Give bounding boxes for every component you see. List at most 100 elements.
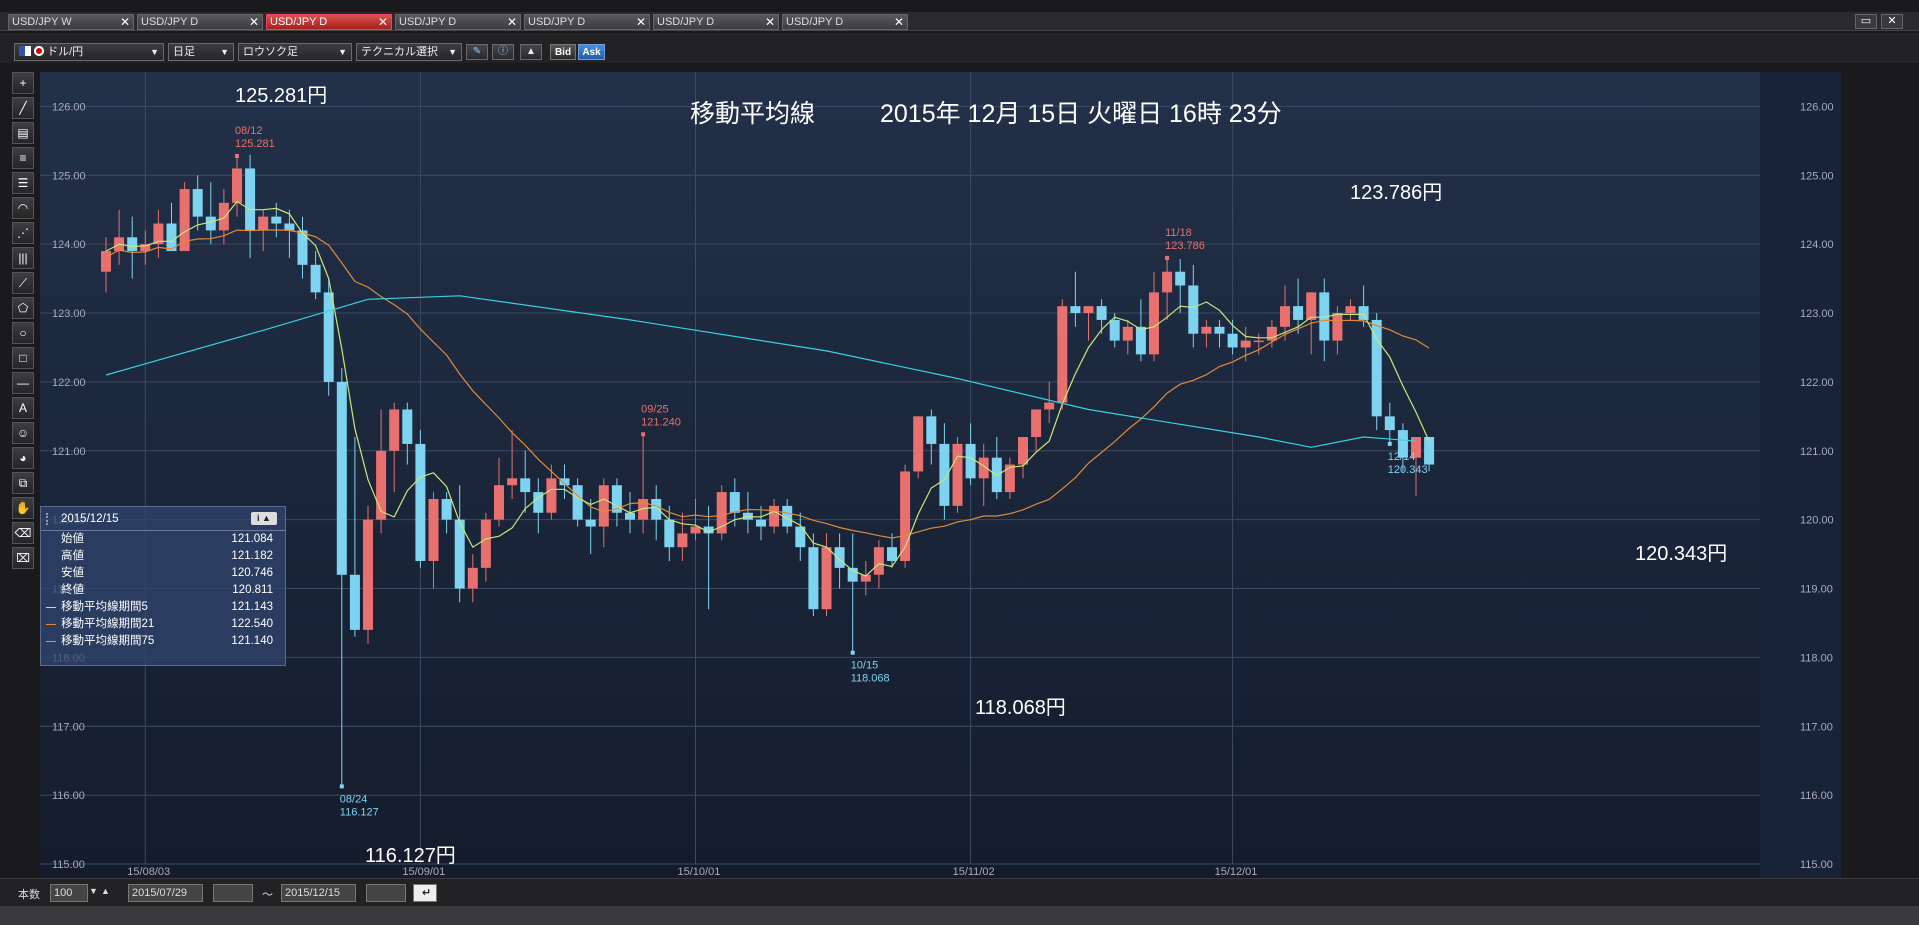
- emoji-icon[interactable]: ☺: [12, 422, 34, 444]
- candle-up: [1240, 340, 1251, 348]
- candle-up: [1266, 326, 1277, 341]
- technical-select[interactable]: テクニカル選択 ▼: [356, 43, 462, 61]
- ask-button[interactable]: Ask: [578, 44, 605, 60]
- candle-up: [1345, 306, 1356, 314]
- candle-down: [336, 381, 347, 575]
- tab-2[interactable]: USD/JPY D ✕: [137, 14, 263, 30]
- candle-up: [218, 202, 229, 231]
- multi-hlines-icon[interactable]: ☰: [12, 172, 34, 194]
- candle-up: [376, 450, 387, 520]
- info-row-label: 安値: [61, 567, 84, 579]
- eraser-all-icon[interactable]: ⌧: [12, 547, 34, 569]
- refresh-icon[interactable]: ↵: [413, 884, 437, 902]
- y-tick-label-right: 118.00: [1800, 652, 1833, 664]
- candle-up: [546, 478, 557, 513]
- from-date-input[interactable]: 2015/07/29: [128, 884, 203, 902]
- y-tick-label-right: 122.00: [1800, 377, 1834, 389]
- tab-6[interactable]: USD/JPY D ✕: [653, 14, 779, 30]
- candle-up: [1201, 326, 1212, 334]
- horizontal-line-icon[interactable]: —: [12, 372, 34, 394]
- tab-4[interactable]: USD/JPY D ✕: [395, 14, 521, 30]
- info-collapse-icon[interactable]: i ▲: [251, 512, 277, 525]
- pen-icon[interactable]: ✎: [466, 44, 488, 60]
- chart-canvas[interactable]: 126.00 126.00 125.00 125.00 124.00 124.00 123.…: [40, 72, 1841, 878]
- increment-icon[interactable]: ▲: [101, 886, 110, 896]
- price-chart[interactable]: 126.00 126.00 125.00 125.00 124.00 124.00 123.…: [40, 72, 1841, 878]
- candle-down: [192, 189, 203, 217]
- close-icon[interactable]: ✕: [1881, 14, 1903, 29]
- candle-down: [245, 168, 256, 231]
- drag-handle-icon[interactable]: [46, 513, 52, 525]
- candle-down: [664, 519, 675, 548]
- fan-icon[interactable]: ⋰: [12, 222, 34, 244]
- restore-icon[interactable]: ▭: [1855, 14, 1877, 29]
- tab-close-icon[interactable]: ✕: [120, 15, 130, 29]
- extreme-marker: [1387, 441, 1392, 446]
- y-tick-label-right: 116.00: [1800, 790, 1833, 802]
- tab-1[interactable]: USD/JPY W ✕: [8, 14, 134, 30]
- ruler-icon[interactable]: ▤: [12, 122, 34, 144]
- crosshair-icon[interactable]: +: [12, 72, 34, 94]
- copy-icon[interactable]: ⧉: [12, 472, 34, 494]
- hlines-icon[interactable]: ≡: [12, 147, 34, 169]
- annotation-last-low: 120.343円: [1635, 543, 1727, 565]
- candle-up: [716, 492, 727, 534]
- count-input[interactable]: 100: [50, 884, 88, 902]
- tab-close-icon[interactable]: ✕: [378, 15, 388, 29]
- arc-icon[interactable]: ◠: [12, 197, 34, 219]
- info-row-value: 121.182: [231, 550, 273, 562]
- info-panel[interactable]: 2015/12/15 i ▲ 始値 121.084 高値 121.182 安値 120.7…: [40, 506, 286, 666]
- candle-down: [297, 230, 308, 265]
- tab-close-icon[interactable]: ✕: [894, 15, 904, 29]
- info-row-label: 始値: [61, 533, 84, 545]
- text-icon[interactable]: A: [12, 397, 34, 419]
- vlines-icon[interactable]: |||: [12, 247, 34, 269]
- area-chart-icon[interactable]: ▲: [520, 44, 542, 60]
- series-swatch: [46, 641, 56, 642]
- bid-button[interactable]: Bid: [550, 44, 576, 60]
- candle-up: [913, 416, 924, 472]
- line-icon[interactable]: ╱: [12, 97, 34, 119]
- circle-icon[interactable]: ○: [12, 322, 34, 344]
- tab-5[interactable]: USD/JPY D ✕: [524, 14, 650, 30]
- to-date-input[interactable]: 2015/12/15: [281, 884, 356, 902]
- from-time-input[interactable]: [213, 884, 253, 902]
- channel-icon[interactable]: ⟋: [12, 272, 34, 294]
- annotation-low: 116.127円: [365, 845, 456, 867]
- to-time-input[interactable]: [366, 884, 406, 902]
- info-row: 高値 121.182: [41, 548, 285, 565]
- candle-down: [1096, 306, 1107, 320]
- tab-close-icon[interactable]: ✕: [249, 15, 259, 29]
- tab-7[interactable]: USD/JPY D ✕: [782, 14, 908, 30]
- period-select[interactable]: 日足 ▼: [168, 43, 234, 61]
- candle-up: [952, 443, 963, 506]
- tab-label: USD/JPY D: [786, 16, 844, 28]
- info-panel-header[interactable]: 2015/12/15 i ▲: [41, 507, 285, 531]
- point-label-date: 08/24: [340, 793, 368, 805]
- candle-down: [323, 292, 334, 382]
- pentagon-icon[interactable]: ⬠: [12, 297, 34, 319]
- candle-up: [494, 485, 504, 520]
- paint-icon[interactable]: ◕: [12, 447, 34, 469]
- tab-close-icon[interactable]: ✕: [765, 15, 775, 29]
- info-icon[interactable]: ⓘ: [492, 44, 514, 60]
- candle-down: [1070, 306, 1081, 314]
- currency-pair-select[interactable]: ドル/円 ▼: [14, 43, 164, 61]
- hand-icon[interactable]: ✋: [12, 497, 34, 519]
- tab-close-icon[interactable]: ✕: [507, 15, 517, 29]
- annotation-datetime: 2015年 12月 15日 火曜日 16時 23分: [880, 100, 1282, 128]
- chart-style-select[interactable]: ロウソク足 ▼: [238, 43, 352, 61]
- tab-3[interactable]: USD/JPY D ✕: [266, 14, 392, 30]
- eraser-icon[interactable]: ⌫: [12, 522, 34, 544]
- info-row-label: 終値: [61, 584, 84, 596]
- rectangle-icon[interactable]: □: [12, 347, 34, 369]
- decrement-icon[interactable]: ▼: [89, 886, 98, 896]
- count-label: 本数: [18, 889, 40, 901]
- chart-style-label: ロウソク足: [243, 46, 298, 58]
- info-row: 安値 120.746: [41, 565, 285, 582]
- candle-down: [284, 223, 295, 231]
- tab-close-icon[interactable]: ✕: [636, 15, 646, 29]
- candle-up: [507, 478, 518, 486]
- candle-down: [1214, 326, 1225, 334]
- candle-up: [1280, 306, 1290, 327]
